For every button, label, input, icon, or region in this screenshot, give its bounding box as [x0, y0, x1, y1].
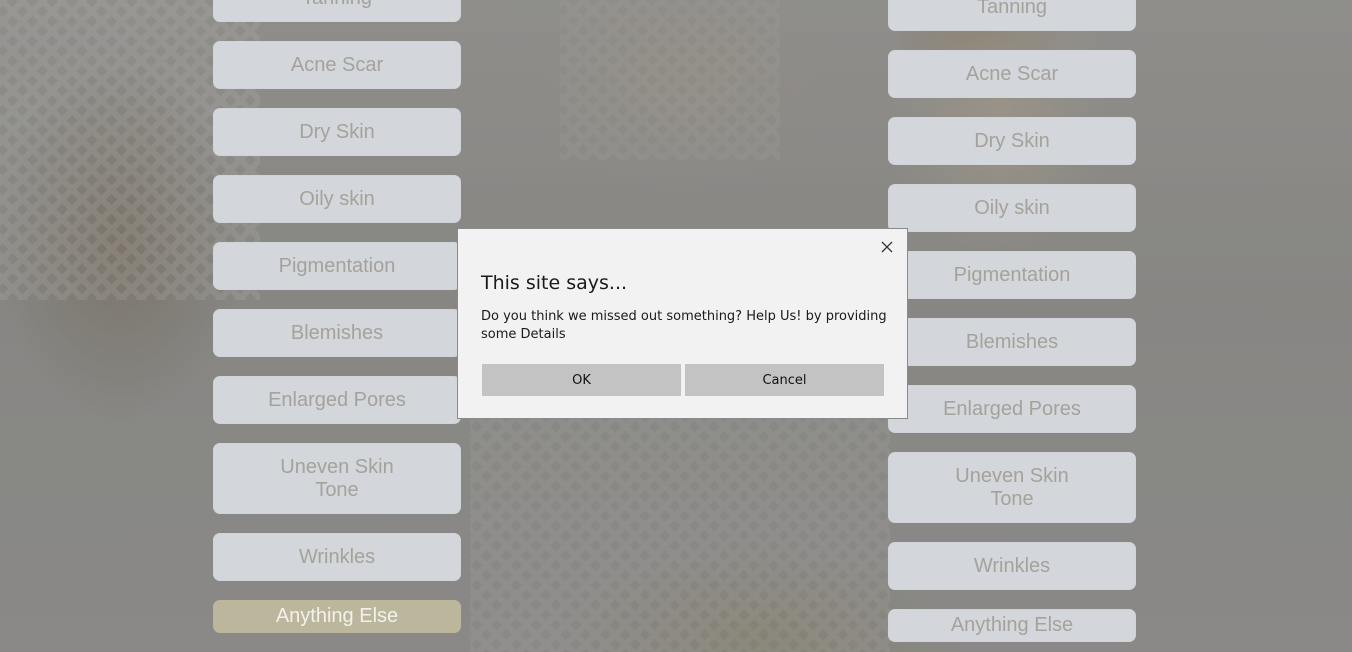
option-acne-scar[interactable]: Acne Scar	[213, 41, 461, 89]
option-oily-skin[interactable]: Oily skin	[888, 184, 1136, 232]
option-dry-skin[interactable]: Dry Skin	[888, 117, 1136, 165]
option-enlarged-pores[interactable]: Enlarged Pores	[888, 385, 1136, 433]
option-tanning[interactable]: Tanning	[888, 0, 1136, 31]
option-blemishes[interactable]: Blemishes	[213, 309, 461, 357]
option-wrinkles[interactable]: Wrinkles	[888, 542, 1136, 590]
option-uneven-skin-tone[interactable]: Uneven Skin Tone	[213, 443, 461, 514]
option-pigmentation[interactable]: Pigmentation	[888, 251, 1136, 299]
page: Tanning Acne Scar Dry Skin Oily skin Pig…	[0, 0, 1352, 652]
option-dry-skin[interactable]: Dry Skin	[213, 108, 461, 156]
option-pigmentation[interactable]: Pigmentation	[213, 242, 461, 290]
option-anything-else[interactable]: Anything Else	[213, 600, 461, 633]
cancel-button[interactable]: Cancel	[685, 364, 884, 396]
ok-button[interactable]: OK	[482, 364, 681, 396]
option-tanning[interactable]: Tanning	[213, 0, 461, 22]
dialog-message: Do you think we missed out something? He…	[481, 309, 887, 342]
option-wrinkles[interactable]: Wrinkles	[213, 533, 461, 581]
option-acne-scar[interactable]: Acne Scar	[888, 50, 1136, 98]
option-enlarged-pores[interactable]: Enlarged Pores	[213, 376, 461, 424]
dialog-title: This site says...	[481, 272, 628, 294]
alert-dialog: This site says... Do you think we missed…	[457, 228, 908, 419]
option-anything-else[interactable]: Anything Else	[888, 609, 1136, 642]
option-oily-skin[interactable]: Oily skin	[213, 175, 461, 223]
close-icon[interactable]	[879, 239, 895, 255]
option-blemishes[interactable]: Blemishes	[888, 318, 1136, 366]
option-uneven-skin-tone[interactable]: Uneven Skin Tone	[888, 452, 1136, 523]
